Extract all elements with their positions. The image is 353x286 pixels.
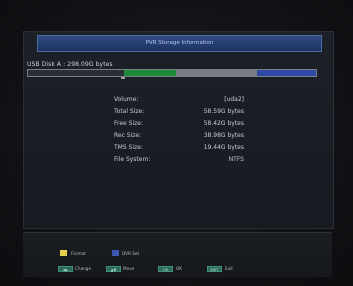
up-down-arrows-icon: ▲▼ — [106, 266, 121, 272]
info-value: 58.59G bytes — [203, 108, 244, 115]
info-row-file-system: File System: NTFS — [114, 156, 244, 168]
info-row-volume: Volume: [uda2] — [114, 96, 244, 108]
info-value: 58.42G bytes — [203, 120, 244, 127]
usage-segment-free — [176, 70, 257, 76]
usage-pointer-icon — [121, 77, 125, 79]
info-label: Free Size: — [114, 120, 143, 127]
blue-key-icon — [112, 250, 119, 256]
usage-segment-system — [257, 70, 316, 76]
info-label: Rec Size: — [114, 132, 142, 139]
info-label: Total Size: — [114, 108, 145, 115]
dvr-set-action[interactable]: DVR Set — [112, 250, 152, 257]
disk-total: 298.09G bytes — [67, 61, 113, 68]
move-label: Move — [123, 266, 135, 271]
info-row-free-size: Free Size: 58.42G bytes — [114, 120, 244, 132]
ok-label: OK — [176, 266, 183, 271]
dvr-set-label: DVR Set — [122, 251, 140, 256]
page-title: PVR Storage Information — [37, 35, 322, 52]
yellow-key-icon — [60, 250, 67, 256]
exit-key-icon: EXIT — [207, 266, 222, 272]
info-label: File System: — [114, 156, 151, 163]
tv-screen: PVR Storage Information USB Disk A : 298… — [0, 0, 353, 286]
usage-segment-recorded — [28, 70, 124, 76]
disk-label: USB Disk A : — [27, 61, 66, 68]
info-row-total-size: Total Size: 58.59G bytes — [114, 108, 244, 120]
change-label: Change — [75, 266, 92, 271]
storage-usage-bar — [27, 69, 317, 77]
info-value: 19.44G bytes — [203, 144, 244, 151]
info-row-rec-size: Rec Size: 38.98G bytes — [114, 132, 244, 144]
info-value: 38.98G bytes — [203, 132, 244, 139]
info-label: TMS Size: — [114, 144, 143, 151]
usage-segment-tms — [124, 70, 176, 76]
info-value: [uda2] — [224, 96, 244, 103]
disk-summary: USB Disk A : 298.09G bytes — [27, 61, 113, 68]
ok-key-icon: OK — [158, 266, 173, 272]
storage-details: Volume: [uda2] Total Size: 58.59G bytes … — [114, 96, 244, 168]
exit-label: Exit — [225, 266, 233, 271]
info-row-tms-size: TMS Size: 19.44G bytes — [114, 144, 244, 156]
format-action[interactable]: Format — [60, 250, 100, 257]
format-label: Format — [71, 251, 86, 256]
info-value: NTFS — [228, 156, 244, 163]
left-right-arrows-icon: ◄► — [58, 266, 73, 272]
info-label: Volume: — [114, 96, 139, 103]
